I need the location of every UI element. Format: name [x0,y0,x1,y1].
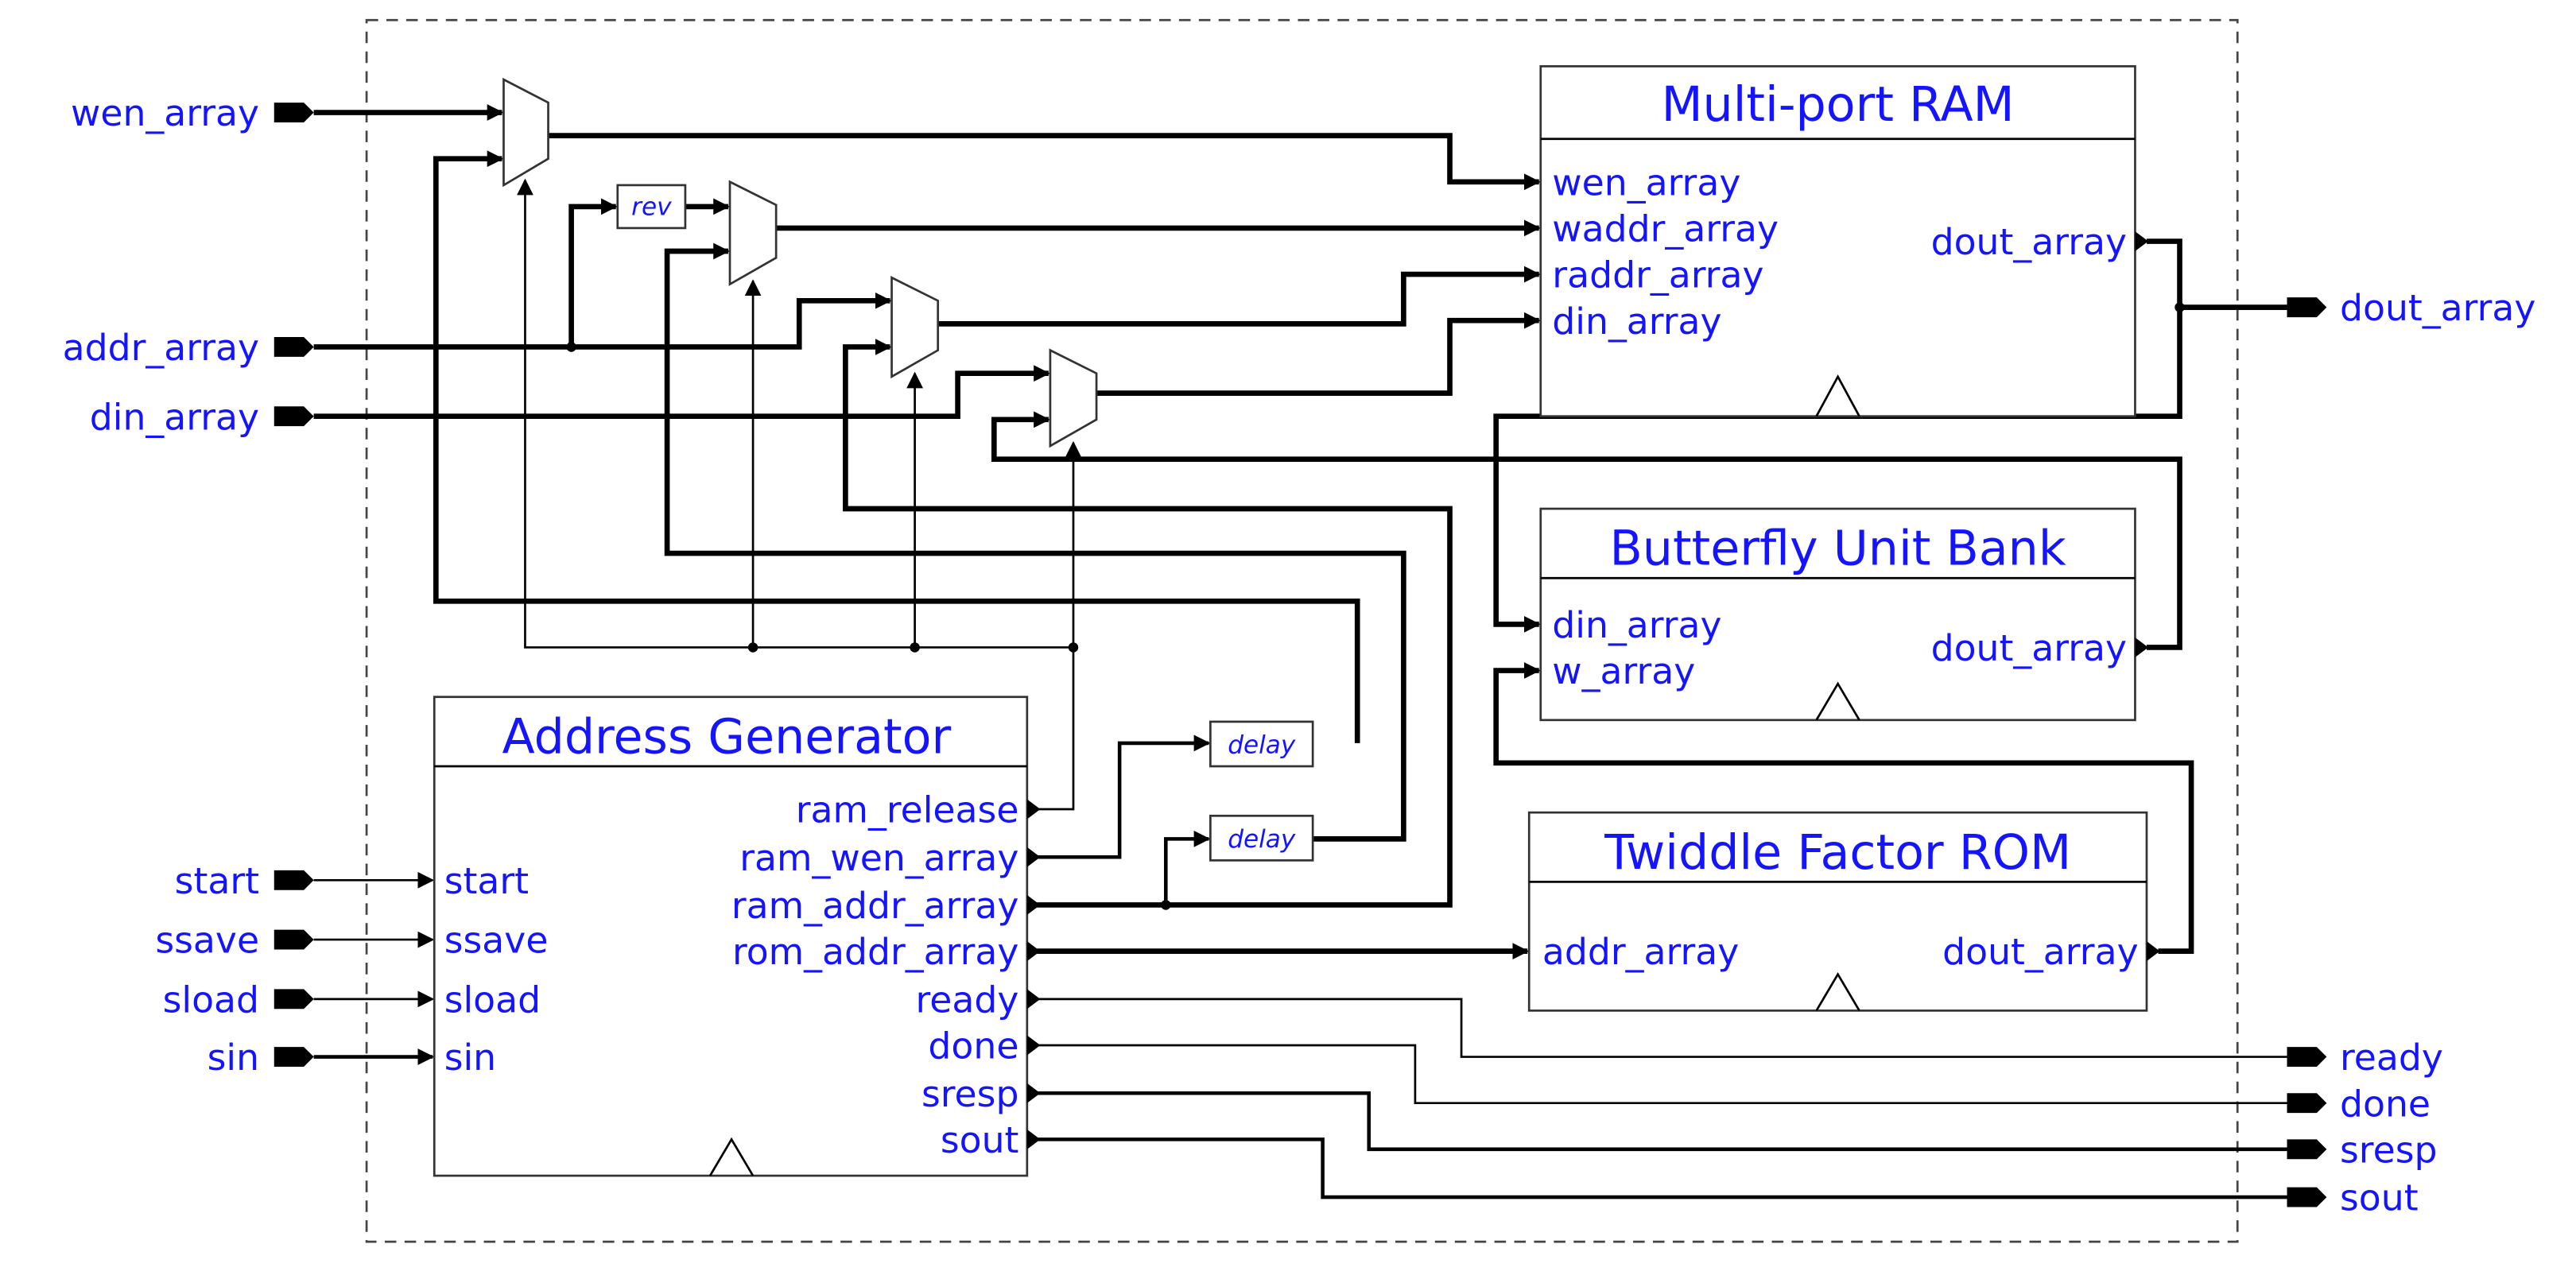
junction-dot [1068,642,1079,653]
port-connector-icon [274,870,314,890]
ram-port-din: din_array [1552,300,1721,343]
delay-block-2: delay [1209,814,1314,862]
wire-addr-in [313,292,892,350]
ag-port-sload: sload [444,979,541,1021]
address-generator-block: Address Generator start ssave sload sin … [433,696,1041,1177]
output-pin-icon [1026,1083,1041,1103]
port-connector-icon [274,929,314,950]
wire-din-in [313,365,1050,420]
mux-raddr [890,276,940,379]
port-connector-icon [274,337,314,357]
tfr-title: Twiddle Factor ROM [1604,825,2071,881]
ag-port-done: done [928,1025,1018,1068]
bub-port-dout: dout_array [1931,627,2127,669]
output-pin-icon [1026,989,1041,1010]
port-connector-icon [274,103,314,122]
output-pin-icon [1026,895,1041,915]
input-din-array-label: din_array [90,396,259,438]
output-sresp-label: sresp [2340,1129,2438,1171]
ag-port-sin: sin [444,1037,496,1079]
mux-din [1049,348,1098,448]
ag-port-ram-release: ram_release [796,789,1019,831]
output-done-label: done [2340,1083,2431,1125]
ag-port-rom-addr-array: rom_addr_array [732,931,1019,973]
junction-dot [1161,900,1171,910]
output-pin-icon [2147,941,2160,962]
bub-port-w: w_array [1552,650,1695,692]
port-connector-icon [2287,297,2327,318]
output-pin-icon [1026,799,1041,820]
output-sout-label: sout [2340,1177,2419,1219]
output-pin-icon [1026,847,1041,867]
port-connector-icon [274,406,314,427]
input-wen-array-label: wen_array [71,92,259,134]
port-connector-icon [2287,1187,2327,1207]
input-ssave-label: ssave [155,920,259,962]
input-ports: wen_array addr_array din_array start ssa… [63,92,314,1079]
port-connector-icon [2287,1139,2327,1160]
mux-wen [502,77,549,188]
fft-block-diagram: wen_array addr_array din_array start ssa… [63,18,2535,1243]
input-sin-label: sin [208,1037,259,1079]
wire-addr-rev [568,198,618,347]
wire-mux4-ram [1096,312,1541,396]
ag-port-ssave: ssave [444,920,549,962]
input-sload-label: sload [163,979,259,1021]
multi-port-ram-block: Multi-port RAM wen_array waddr_array rad… [1539,65,2149,418]
output-ready-label: ready [2340,1037,2443,1079]
port-connector-icon [2287,1093,2327,1114]
input-addr-array-label: addr_array [63,327,259,369]
ag-title: Address Generator [502,709,951,765]
junction-dot [910,642,920,653]
output-ports: dout_array ready done sresp sout [2287,287,2535,1219]
wire-mux1-ram [548,133,1541,191]
output-pin-icon [1026,941,1041,962]
mux-waddr [728,180,778,286]
junction-dot [566,342,576,352]
junction-dot [747,642,758,653]
twiddle-factor-rom-block: Twiddle Factor ROM addr_array dout_array [1527,811,2160,1012]
output-pin-icon [1026,1129,1041,1149]
ag-port-ready: ready [916,979,1019,1021]
ag-port-ram-wen-array: ram_wen_array [739,837,1018,879]
output-pin-icon [1026,1035,1041,1056]
ram-port-dout: dout_array [1931,221,2127,263]
port-connector-icon [274,989,314,1010]
ram-port-waddr: waddr_array [1552,208,1779,250]
delay-label: delay [1228,731,1296,759]
bub-port-din: din_array [1552,604,1721,646]
rev-label: rev [631,192,672,221]
ag-port-sresp: sresp [921,1073,1019,1115]
wire-mux3-ram [937,265,1541,327]
delay-block-1: delay [1209,720,1314,768]
input-start-label: start [175,860,259,902]
tfr-port-addr: addr_array [1542,931,1739,973]
output-dout-array-label: dout_array [2340,287,2535,329]
junction-dot [2174,302,2185,312]
output-pin-icon [2135,638,2149,657]
ag-port-ram-addr-array: ram_addr_array [731,885,1019,927]
ram-port-wen: wen_array [1552,161,1740,203]
wire-ramaddr-delay2 [1164,831,1211,905]
tfr-port-dout: dout_array [1942,931,2138,973]
port-connector-icon [2287,1047,2327,1067]
ram-port-raddr: raddr_array [1552,254,1763,296]
port-connector-icon [274,1047,314,1067]
butterfly-unit-bank-block: Butterfly Unit Bank din_array w_array do… [1539,507,2149,722]
ram-title: Multi-port RAM [1662,77,2015,133]
output-pin-icon [2135,231,2149,251]
rev-block: rev [616,184,687,230]
wire-delay1-mux1 [433,150,1360,743]
ag-port-start: start [444,860,529,902]
delay-label: delay [1228,825,1296,854]
ag-port-sout: sout [941,1119,1019,1161]
bub-title: Butterfly Unit Bank [1610,521,2066,577]
